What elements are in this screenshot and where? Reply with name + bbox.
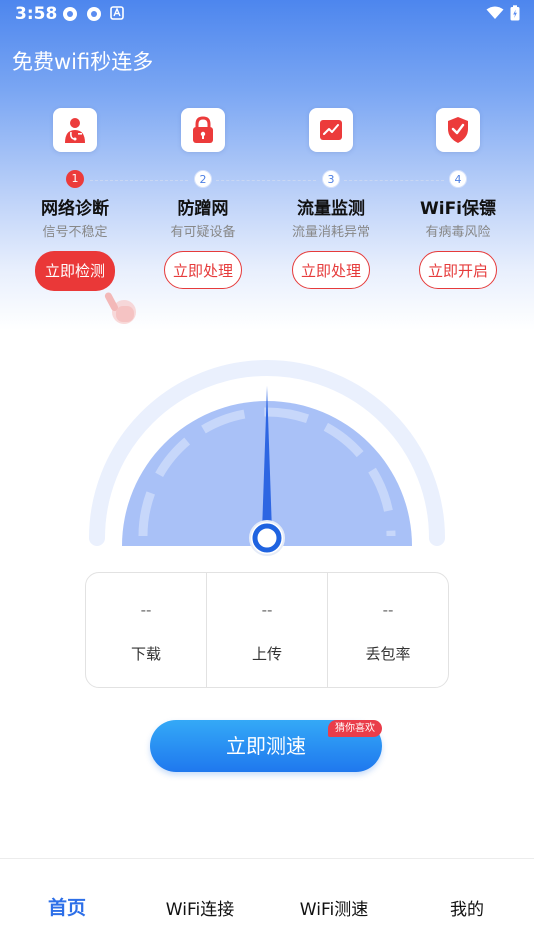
status-bar: 3:58 <box>0 0 534 28</box>
nav-profile[interactable]: 我的 <box>450 895 484 920</box>
feature-icon-box <box>53 108 97 152</box>
lock-icon <box>193 116 213 143</box>
stat-download: -- 下载 <box>86 573 206 687</box>
feature-name: WiFi保镖 <box>419 199 497 219</box>
battery-icon <box>510 5 520 21</box>
status-system-icons <box>486 5 520 21</box>
app-title: 免费wifi秒连多 <box>12 50 154 74</box>
feature-icon-box <box>436 108 480 152</box>
stat-value: -- <box>382 601 394 619</box>
doctor-icon <box>65 118 85 143</box>
stat-packet-loss: -- 丢包率 <box>327 573 448 687</box>
stat-label: 丢包率 <box>365 645 411 663</box>
pointing-hand-icon <box>104 292 136 324</box>
speed-stats-panel: -- 下载 -- 上传 -- 丢包率 <box>85 572 449 688</box>
feature-icon-box <box>181 108 225 152</box>
status-notification-icons <box>62 6 124 22</box>
detect-now-button[interactable]: 立即检测 <box>35 251 115 291</box>
app-notification-icon <box>63 7 77 21</box>
nav-wifi-speedtest[interactable]: WiFi测速 <box>300 895 368 920</box>
bottom-navigation: 首页 WiFi连接 WiFi测速 我的 <box>0 858 534 951</box>
feature-description: 有可疑设备 <box>170 225 236 240</box>
feature-anti-freeloading: 2 防蹭网 有可疑设备 立即处理 <box>143 108 263 289</box>
stat-label: 上传 <box>251 645 282 663</box>
feature-description: 流量消耗异常 <box>291 225 370 240</box>
feature-description: 信号不稳定 <box>42 225 108 240</box>
stat-label: 下载 <box>130 645 161 663</box>
feature-name: 网络诊断 <box>41 199 109 219</box>
feature-icon-box <box>309 108 353 152</box>
status-time: 3:58 <box>15 4 58 24</box>
feature-network-diagnosis: 1 网络诊断 信号不稳定 立即检测 <box>15 108 135 291</box>
step-number: 1 <box>66 170 84 188</box>
stat-value: -- <box>261 601 273 619</box>
shield-icon <box>448 117 468 143</box>
recommend-badge: 猜你喜欢 <box>328 720 382 737</box>
feature-wifi-guard: 4 WiFi保镖 有病毒风险 立即开启 <box>398 108 518 289</box>
chart-icon <box>320 120 342 140</box>
step-number: 2 <box>194 170 212 188</box>
enable-now-button[interactable]: 立即开启 <box>419 251 497 289</box>
nav-wifi-connect[interactable]: WiFi连接 <box>166 895 234 920</box>
stat-value: -- <box>140 601 152 619</box>
speed-gauge <box>89 360 445 556</box>
nav-home[interactable]: 首页 <box>48 893 86 920</box>
handle-now-button[interactable]: 立即处理 <box>292 251 370 289</box>
font-notification-icon <box>110 6 124 20</box>
gauge-hub-ring <box>252 523 282 553</box>
step-number: 4 <box>449 170 467 188</box>
feature-name: 防蹭网 <box>177 199 229 219</box>
handle-now-button[interactable]: 立即处理 <box>164 251 242 289</box>
stat-upload: -- 上传 <box>206 573 327 687</box>
step-number: 3 <box>322 170 340 188</box>
feature-name: 流量监测 <box>297 199 365 219</box>
feature-description: 有病毒风险 <box>425 225 491 240</box>
feature-traffic-monitor: 3 流量监测 流量消耗异常 立即处理 <box>271 108 391 289</box>
wifi-signal-icon <box>486 6 504 19</box>
app-notification-icon <box>87 7 101 21</box>
